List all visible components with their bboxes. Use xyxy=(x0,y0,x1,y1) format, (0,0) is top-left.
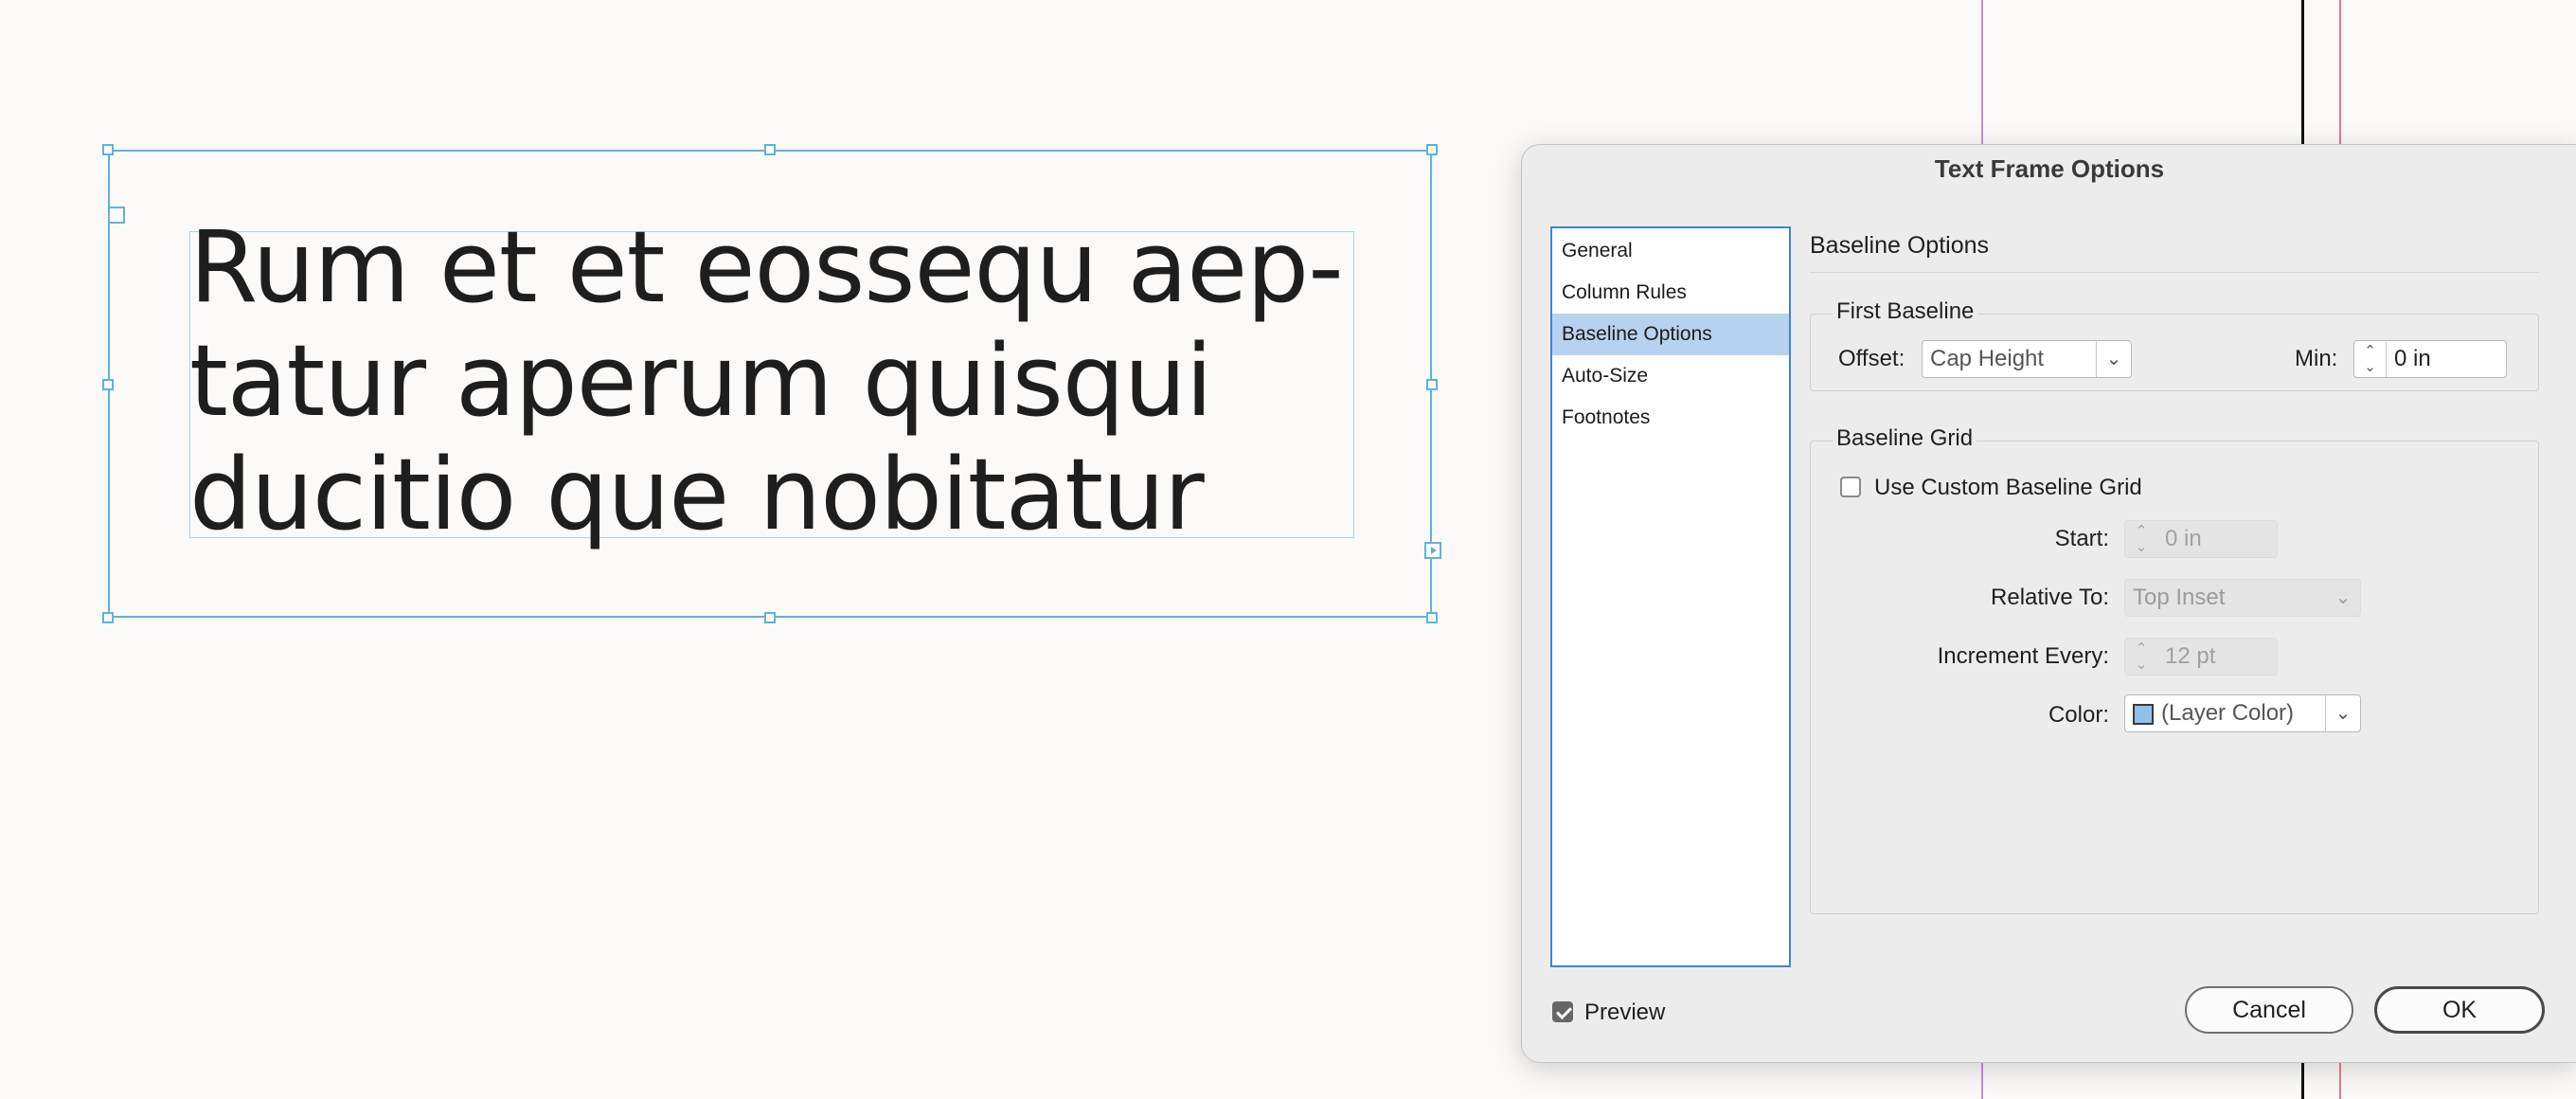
offset-value: Cap Height xyxy=(1930,346,2045,371)
start-label: Start: xyxy=(2054,526,2109,551)
relative-to-value: Top Inset xyxy=(2133,585,2226,610)
chevron-down-icon: ⌄ xyxy=(2325,695,2360,731)
increment-every-value: 12 pt xyxy=(2165,643,2216,669)
color-value: (Layer Color) xyxy=(2161,700,2295,726)
stepper-arrows-icon[interactable]: ⌃ ⌄ xyxy=(2354,341,2387,377)
start-value: 0 in xyxy=(2165,526,2202,551)
chevron-down-icon: ⌄ xyxy=(2334,587,2352,608)
section-title: Baseline Options xyxy=(1810,232,1990,259)
stepper-arrows-icon[interactable]: ⌃ ⌄ xyxy=(2125,521,2157,557)
increment-every-label: Increment Every: xyxy=(1937,643,2109,669)
color-swatch xyxy=(2133,704,2154,725)
in-port-icon[interactable] xyxy=(108,207,125,224)
offset-label: Offset: xyxy=(1838,346,1905,371)
min-value: 0 in xyxy=(2394,346,2431,371)
relative-to-select[interactable]: Top Inset ⌄ xyxy=(2124,579,2361,617)
preview-label[interactable]: Preview xyxy=(1584,1000,1665,1026)
resize-handle-bottom-right[interactable] xyxy=(1426,612,1438,623)
resize-handle-left[interactable] xyxy=(102,379,114,390)
start-stepper[interactable]: ⌃ ⌄ 0 in xyxy=(2124,520,2278,558)
resize-handle-right[interactable] xyxy=(1426,379,1438,390)
relative-to-label: Relative To: xyxy=(1991,585,2109,610)
use-custom-grid-checkbox[interactable] xyxy=(1840,477,1861,497)
color-select[interactable]: (Layer Color) ⌄ xyxy=(2124,694,2361,732)
min-stepper[interactable]: ⌃ ⌄ 0 in xyxy=(2353,340,2507,378)
baseline-grid-legend: Baseline Grid xyxy=(1833,425,1977,452)
category-list: General Column Rules Baseline Options Au… xyxy=(1550,226,1791,967)
resize-handle-bottom-left[interactable] xyxy=(102,612,114,623)
text-line: Rum et et eossequ aep- xyxy=(189,209,1344,325)
use-custom-grid-label[interactable]: Use Custom Baseline Grid xyxy=(1874,475,2142,501)
text-frame-options-dialog: Text Frame Options General Column Rules … xyxy=(1521,144,2576,1063)
text-line: tatur aperum quisqui xyxy=(189,323,1213,439)
nav-item-footnotes[interactable]: Footnotes xyxy=(1552,397,1789,439)
section-divider xyxy=(1810,272,2539,273)
min-label: Min: xyxy=(2295,346,2338,371)
nav-item-auto-size[interactable]: Auto-Size xyxy=(1552,355,1789,397)
text-line: ducitio que nobitatur xyxy=(189,437,1205,552)
nav-item-column-rules[interactable]: Column Rules xyxy=(1552,272,1789,314)
out-port-icon[interactable] xyxy=(1424,542,1441,559)
resize-handle-top-left[interactable] xyxy=(102,144,114,155)
cancel-button[interactable]: Cancel xyxy=(2185,986,2353,1034)
dialog-title: Text Frame Options xyxy=(1934,154,2165,183)
baseline-grid-group xyxy=(1810,441,2539,914)
nav-item-baseline-options[interactable]: Baseline Options xyxy=(1552,314,1789,355)
ok-button[interactable]: OK xyxy=(2374,986,2545,1034)
resize-handle-top-right[interactable] xyxy=(1426,144,1438,155)
nav-item-general[interactable]: General xyxy=(1552,230,1789,272)
chevron-down-icon: ⌄ xyxy=(2096,341,2131,377)
offset-select[interactable]: Cap Height ⌄ xyxy=(1922,340,2132,378)
increment-every-stepper[interactable]: ⌃ ⌄ 12 pt xyxy=(2124,638,2278,676)
preview-checkbox[interactable] xyxy=(1552,1001,1573,1022)
resize-handle-top[interactable] xyxy=(764,144,776,155)
stepper-arrows-icon[interactable]: ⌃ ⌄ xyxy=(2125,639,2157,675)
color-label: Color: xyxy=(2048,702,2109,728)
resize-handle-bottom[interactable] xyxy=(764,612,776,623)
first-baseline-legend: First Baseline xyxy=(1833,298,1978,325)
frame-text[interactable]: Rum et et eossequ aep- tatur aperum quis… xyxy=(189,210,1383,551)
